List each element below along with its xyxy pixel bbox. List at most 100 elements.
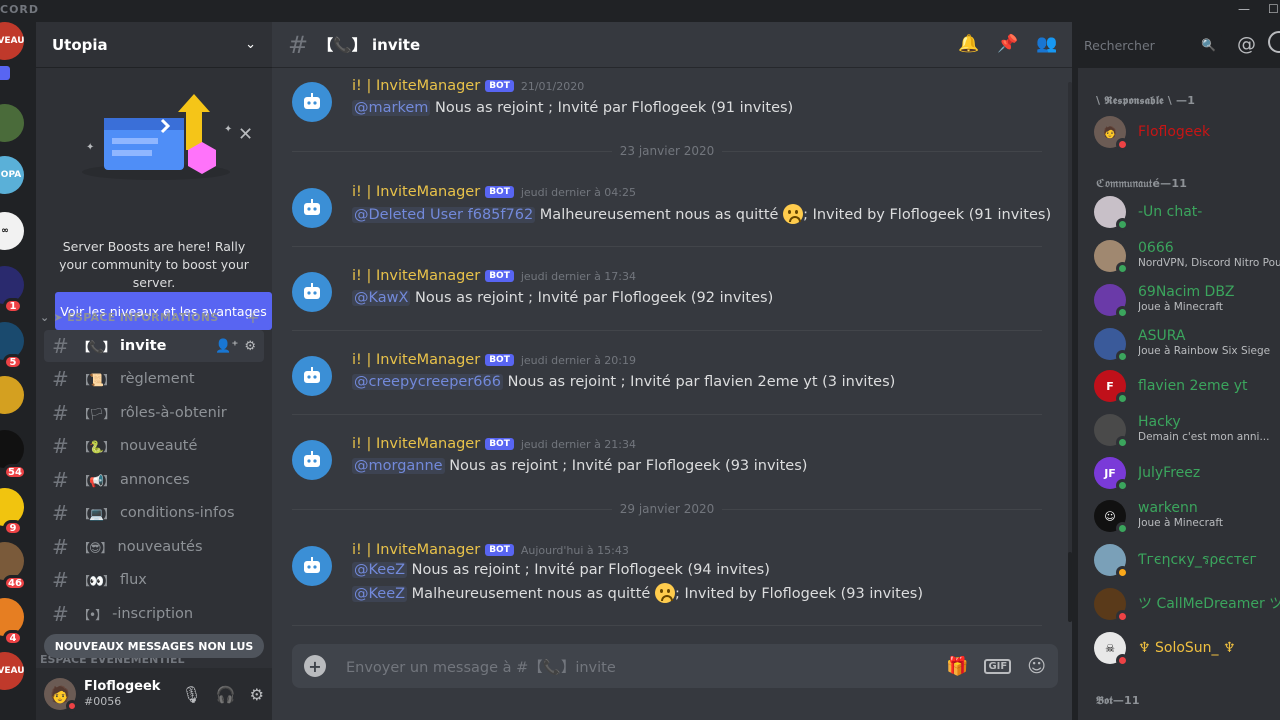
user-mention[interactable]: @KeeZ [352, 586, 408, 602]
server-icon[interactable]: ∞ [0, 212, 24, 250]
member-item[interactable]: ツ CallMeDreamer ツ [1094, 586, 1280, 623]
search-input[interactable]: Rechercher 🔍 [1078, 33, 1222, 57]
date-divider: 29 janvier 2020 [292, 502, 1043, 516]
member-item[interactable]: 69Nacim DBZ Joue à Minecraft [1094, 282, 1280, 319]
server-header[interactable]: Utopia ⌄ [36, 22, 272, 68]
server-icon[interactable]: VEAU [0, 652, 24, 690]
message-author[interactable]: i! | InviteManager [352, 78, 480, 94]
user-mention[interactable]: @KawX [352, 290, 411, 306]
message-author[interactable]: i! | InviteManager [352, 268, 480, 284]
channel-flux[interactable]: # 【👀】 flux [44, 564, 264, 596]
gift-icon[interactable]: 🎁 [946, 656, 968, 677]
user-discriminator: #0056 [84, 695, 122, 708]
server-icon[interactable] [0, 104, 24, 142]
scrollbar-thumb[interactable] [1068, 552, 1072, 622]
close-icon[interactable]: ✕ [238, 124, 253, 145]
member-item[interactable]: 🧑 Floflogeek [1094, 114, 1280, 151]
channel-invite[interactable]: # 【📞】 invite 👤⁺ ⚙ [44, 330, 264, 362]
add-channel-icon[interactable]: + [246, 308, 260, 327]
boost-illustration-icon: ✦ ✦ [82, 94, 232, 180]
member-group-header: \ 𝕽𝖊𝖘𝖕𝖔𝖓𝖘𝖆𝖇𝖑𝖊 \ —1 [1096, 94, 1196, 107]
user-mention[interactable]: @morganne [352, 458, 445, 474]
server-icon[interactable]: OPA [0, 156, 24, 194]
channel-nouveaute[interactable]: # 【🐍】 nouveauté [44, 430, 264, 462]
channel-roles[interactable]: # 【🏳】 rôles-à-obtenir [44, 397, 264, 429]
bot-avatar-icon[interactable] [292, 440, 332, 480]
user-mention[interactable]: @KeeZ [352, 562, 408, 578]
gif-icon[interactable]: GIF [984, 658, 1012, 674]
maximize-icon[interactable]: ☐ [1268, 2, 1279, 16]
member-name: ASURA [1138, 329, 1186, 344]
member-item[interactable]: F flavien 2eme yt [1094, 368, 1280, 405]
channel-emoji: 【😎】 [78, 540, 113, 555]
member-item[interactable]: 0666 NordVPN, Discord Nitro Pour... [1094, 238, 1280, 275]
bell-icon[interactable]: 🔔 [958, 34, 979, 54]
member-item[interactable]: ☠ ♆ SoloSun_ ♆ [1094, 630, 1280, 667]
avatar: ☺ [1094, 500, 1129, 535]
pin-icon[interactable]: 📌 [997, 34, 1018, 54]
category-header[interactable]: ⌄ ➤ ESPACE INFORMATIONS + [40, 308, 260, 327]
channel-nouveautes[interactable]: # 【😎】 nouveautés [44, 531, 264, 563]
bot-avatar-icon[interactable] [292, 546, 332, 586]
channel-emoji: 【📜】 [78, 372, 115, 387]
message-author[interactable]: i! | InviteManager [352, 436, 480, 452]
server-icon[interactable] [0, 376, 24, 414]
scrollbar-track[interactable] [1068, 82, 1072, 582]
message-separator [292, 625, 1042, 626]
message-timestamp: Aujourd'hui à 15:43 [520, 543, 629, 557]
avatar: F [1094, 370, 1129, 405]
member-item[interactable]: Hacky Demain c'est mon anni... [1094, 412, 1280, 449]
members-icon[interactable]: 👥 [1036, 34, 1057, 54]
user-mention[interactable]: @Deleted User f685f762 [352, 207, 536, 223]
channel-reglement[interactable]: # 【📜】 règlement [44, 363, 264, 395]
help-icon[interactable] [1268, 31, 1280, 53]
channel-title: 【📞】 invite [318, 36, 421, 54]
user-mention[interactable]: @creepycreeper666 [352, 374, 503, 390]
bot-avatar-icon[interactable] [292, 82, 332, 122]
frowning-emoji-icon [654, 583, 675, 603]
avatar[interactable]: 🧑 [44, 678, 78, 712]
member-item[interactable]: ASURA Joue à Rainbow Six Siege [1094, 326, 1280, 363]
date-divider: 23 janvier 2020 [292, 144, 1043, 158]
gear-icon[interactable]: ⚙ [244, 339, 256, 354]
chevron-down-icon[interactable]: ⌄ [245, 37, 256, 52]
member-item[interactable]: JF JulyFreez [1094, 455, 1280, 492]
emoji-icon[interactable]: ☺ [1027, 656, 1046, 677]
minimize-icon[interactable]: — [1238, 2, 1250, 16]
new-messages-pill[interactable]: NOUVEAUX MESSAGES NON LUS [44, 634, 264, 658]
add-attachment-icon[interactable]: + [304, 655, 326, 677]
mentions-icon[interactable]: @ [1237, 33, 1256, 55]
channel-emoji: 【🐍】 [78, 439, 115, 454]
member-item[interactable]: Ƭгєηcку_รρєcтєг [1094, 542, 1280, 579]
server-icon[interactable] [0, 430, 24, 468]
message-author[interactable]: i! | InviteManager [352, 184, 480, 200]
message-author[interactable]: i! | InviteManager [352, 352, 480, 368]
bot-avatar-icon[interactable] [292, 188, 332, 228]
message-separator [292, 414, 1042, 415]
member-item[interactable]: -Un chat- [1094, 194, 1280, 231]
server-icon[interactable]: VEAU [0, 22, 24, 60]
channel-name: règlement [119, 371, 195, 387]
headphones-icon[interactable]: 🎧 [216, 685, 236, 704]
microphone-icon[interactable]: 🎙 [181, 685, 201, 704]
unread-badge: 54 [3, 464, 27, 480]
invite-member-icon[interactable]: 👤⁺ [215, 339, 238, 354]
message-author[interactable]: i! | InviteManager [352, 542, 480, 558]
bot-avatar-icon[interactable] [292, 356, 332, 396]
status-dnd-icon [66, 700, 78, 712]
user-mention[interactable]: @markem [352, 100, 431, 116]
message-input[interactable]: Envoyer un message à #【📞】invite [346, 656, 616, 677]
channel-inscription[interactable]: # 【•】 -inscription [44, 598, 264, 630]
bot-avatar-icon[interactable] [292, 272, 332, 312]
hash-icon: # [52, 367, 69, 391]
boost-banner: ✦ ✦ ✕ Server Boosts are here! Rally your… [36, 68, 272, 330]
bot-badge: BOT [485, 438, 514, 450]
message-composer[interactable]: + Envoyer un message à #【📞】invite 🎁 GIF … [292, 644, 1058, 688]
channel-annonces[interactable]: # 【📢】 annonces [44, 464, 264, 496]
gear-icon[interactable]: ⚙ [250, 685, 264, 704]
member-item[interactable]: ☺ warkenn Joue à Minecraft [1094, 498, 1280, 535]
frowning-emoji-icon [783, 204, 804, 224]
hash-icon: # [52, 434, 69, 458]
channel-name: annonces [119, 472, 190, 488]
channel-conditions[interactable]: # 【💻】 conditions-infos [44, 497, 264, 529]
